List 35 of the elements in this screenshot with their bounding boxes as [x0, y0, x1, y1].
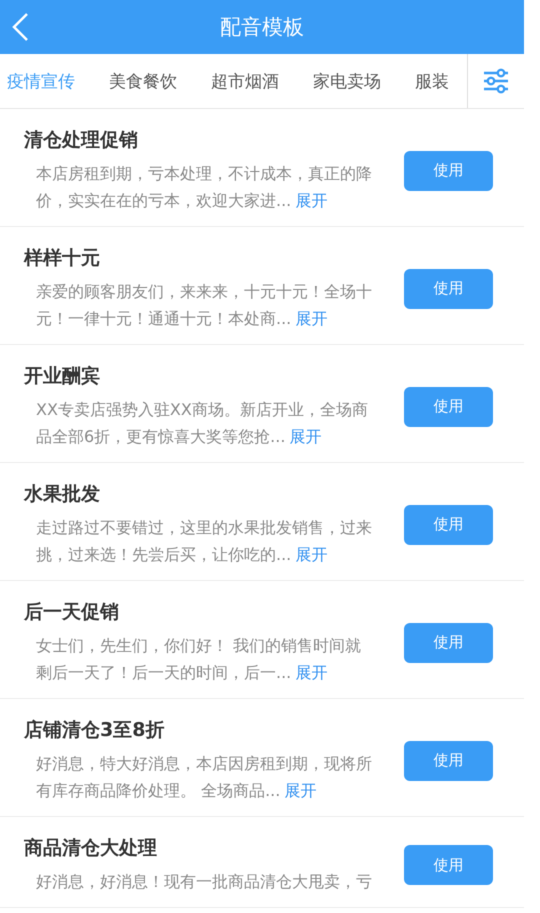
- expand-link[interactable]: 展开: [295, 309, 328, 328]
- template-title: 开业酬宾: [24, 364, 101, 389]
- back-chevron-icon: [10, 12, 30, 42]
- use-button[interactable]: 使用: [404, 740, 493, 780]
- template-title: 水果批发: [24, 482, 101, 507]
- use-button[interactable]: 使用: [404, 150, 493, 190]
- expand-link[interactable]: 展开: [295, 663, 328, 682]
- expand-link[interactable]: 展开: [295, 545, 328, 564]
- category-tab[interactable]: 家电卖场: [313, 70, 381, 92]
- template-description: XX专卖店强势入驻XX商场。新店开业，全场商品全部6折，更有惊喜大奖等您抢... 展开: [36, 399, 369, 448]
- expand-link[interactable]: 展开: [284, 781, 316, 800]
- use-button[interactable]: 使用: [404, 622, 493, 662]
- page-title: 配音模板: [219, 14, 305, 41]
- template-title: 后一天促销: [24, 600, 120, 625]
- category-tab[interactable]: 超市烟酒: [211, 70, 279, 92]
- use-button[interactable]: 使用: [404, 504, 493, 544]
- template-description: 好消息，特大好消息，本店因房租到期，现将所有库存商品降价处理。 全场商品... 展开: [36, 753, 373, 802]
- template-title: 商品清仓大处理: [24, 836, 158, 861]
- expand-link[interactable]: 展开: [289, 427, 322, 446]
- use-button[interactable]: 使用: [404, 845, 493, 885]
- category-tab[interactable]: 疫情宣传: [7, 70, 75, 92]
- template-description: 亲爱的顾客朋友们，来来来，十元十元！全场十元！一律十元！通通十元！本处商... 展开: [36, 281, 373, 330]
- template-title: 清仓处理促销: [24, 128, 139, 153]
- category-tab[interactable]: 美食餐饮: [109, 70, 177, 92]
- use-button[interactable]: 使用: [404, 268, 493, 308]
- template-title: 样样十元: [24, 246, 101, 271]
- category-tab[interactable]: 服装: [415, 70, 449, 92]
- template-description: 好消息，好消息！现有一批商品清仓大甩卖，亏: [36, 871, 373, 893]
- use-button[interactable]: 使用: [404, 386, 493, 426]
- template-description: 本店房租到期，亏本处理，不计成本，真正的降价，实实在在的亏本，欢迎大家进... 展开: [36, 163, 373, 212]
- template-description: 女士们，先生们，你们好！ 我们的销售时间就剩后一天了！后一天的时间，后一... 展开: [36, 635, 362, 684]
- template-title: 店铺清仓3至8折: [24, 718, 166, 743]
- template-description: 走过路过不要错过，这里的水果批发销售，过来挑，过来选！先尝后买，让你吃的... 展开: [36, 517, 373, 566]
- expand-link[interactable]: 展开: [295, 191, 328, 210]
- sliders-icon: [482, 68, 510, 94]
